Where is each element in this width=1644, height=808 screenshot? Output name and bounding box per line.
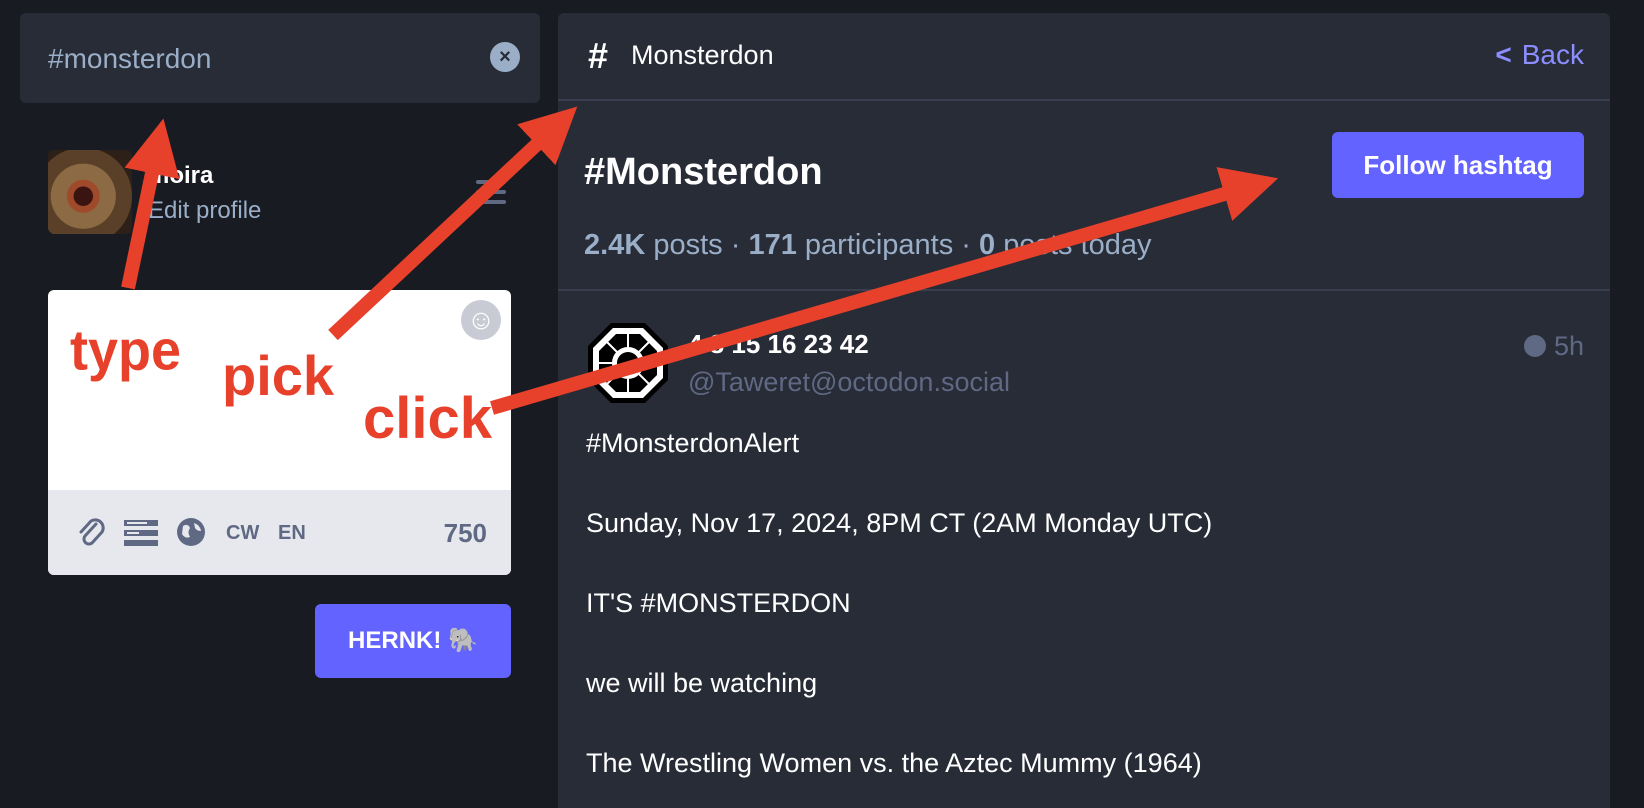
participants-count: 171 <box>748 229 797 261</box>
compose-toolbar: CW EN 750 <box>48 490 511 575</box>
compose-textarea[interactable] <box>48 290 511 490</box>
edit-profile-link[interactable]: Edit profile <box>148 197 261 225</box>
status-card[interactable]: 4 8 15 16 23 42 @Taweret@octodon.social … <box>558 293 1610 808</box>
status-text-line: we will be watching <box>586 668 818 698</box>
status-time-label: 5h <box>1553 331 1584 361</box>
column-header: # Monsterdon < Back <box>558 13 1610 101</box>
character-counter: 750 <box>443 518 487 548</box>
hashtag-title: #Monsterdon <box>584 151 823 193</box>
hashtag-header: #Monsterdon Follow hashtag 2.4K posts · … <box>558 103 1610 291</box>
emoji-picker-icon[interactable]: ☺ <box>461 300 501 340</box>
back-label: Back <box>1521 39 1584 70</box>
menu-icon[interactable] <box>476 180 506 204</box>
status-display-name[interactable]: 4 8 15 16 23 42 <box>688 329 869 360</box>
participants-label: participants <box>804 229 954 261</box>
stats-separator: · <box>961 229 971 261</box>
status-text-line: IT'S #MONSTERDON <box>586 588 851 618</box>
publish-button[interactable]: HERNK! 🐘 <box>315 604 511 678</box>
globe-icon[interactable] <box>176 517 206 547</box>
hashtag-column: # Monsterdon < Back #Monsterdon Follow ha… <box>558 13 1610 808</box>
avatar[interactable] <box>586 321 670 405</box>
status-text-line: Sunday, Nov 17, 2024, 8PM CT (2AM Monday… <box>586 508 1213 538</box>
language-button[interactable]: EN <box>278 522 306 545</box>
back-button[interactable]: < Back <box>1495 39 1584 71</box>
status-handle[interactable]: @Taweret@octodon.social <box>688 367 1010 398</box>
posts-label: posts <box>653 229 723 261</box>
clear-circle-icon[interactable]: × <box>490 42 520 72</box>
account-panel: moira Edit profile <box>48 150 518 235</box>
status-time[interactable]: 5h <box>1523 331 1584 362</box>
profile-name: moira <box>148 162 214 189</box>
follow-hashtag-button[interactable]: Follow hashtag <box>1332 132 1584 198</box>
posts-count: 2.4K <box>584 229 646 261</box>
globe-icon <box>1523 335 1546 357</box>
status-text-line: The Wrestling Women vs. the Aztec Mummy … <box>586 748 1202 778</box>
stats-separator: · <box>730 229 741 261</box>
search-box: × <box>20 13 540 103</box>
column-title: Monsterdon <box>631 40 774 70</box>
chevron-left-icon: < <box>1495 39 1512 70</box>
app-page: × moira Edit profile ☺ <box>0 0 1644 808</box>
hashtag-stats: 2.4K posts · 171 participants · 0 posts … <box>584 229 1152 262</box>
today-label: posts today <box>1003 229 1152 261</box>
today-count: 0 <box>979 229 996 261</box>
attachment-icon[interactable] <box>76 516 106 550</box>
status-text-line: #MonsterdonAlert <box>586 428 800 458</box>
compose-form: ☺ CW EN 750 <box>48 290 511 575</box>
avatar[interactable] <box>48 150 132 234</box>
poll-icon[interactable] <box>124 520 158 546</box>
content-warning-button[interactable]: CW <box>226 522 259 545</box>
hashtag-icon: # <box>588 35 609 76</box>
search-input[interactable] <box>48 39 478 79</box>
